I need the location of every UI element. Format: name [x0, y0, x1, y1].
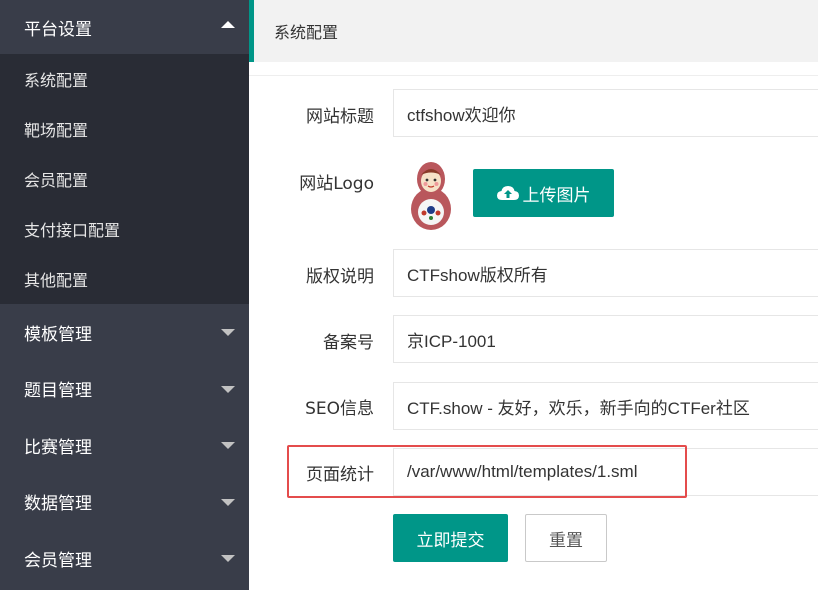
cloud-upload-icon [496, 186, 519, 200]
sidebar-item-data[interactable]: 数据管理 [0, 474, 249, 531]
copyright-label: 版权说明 [306, 267, 374, 287]
seo-label: SEO信息 [305, 399, 374, 419]
sidebar: 平台设置 系统配置 靶场配置 会员配置 支付接口配置 其他配置 模板管理 题目管… [0, 0, 249, 590]
upload-image-button[interactable]: 上传图片 [473, 169, 614, 217]
chevron-down-icon [221, 555, 235, 563]
site-title-label: 网站标题 [306, 107, 374, 127]
seo-input[interactable]: CTF.show - 友好，欢乐，新手向的CTFer社区 [393, 382, 818, 430]
sidebar-section-platform-settings[interactable]: 平台设置 [0, 0, 249, 54]
chevron-down-icon [221, 329, 235, 337]
icp-label: 备案号 [323, 333, 374, 353]
main-panel: 系统配置 网站标题 ctfshow欢迎你 网站Logo 上传图片 版权说明 CT… [249, 0, 818, 590]
submit-button[interactable]: 立即提交 [393, 514, 508, 562]
sidebar-subnav: 系统配置 靶场配置 会员配置 支付接口配置 其他配置 [0, 54, 249, 304]
sidebar-item-range-config[interactable]: 靶场配置 [0, 104, 249, 154]
sidebar-item-other-config[interactable]: 其他配置 [0, 254, 249, 304]
sidebar-item-system-config[interactable]: 系统配置 [0, 54, 249, 104]
matryoshka-logo-image [411, 162, 451, 230]
highlight-box [287, 445, 687, 498]
page-title: 系统配置 [249, 0, 818, 62]
site-title-input[interactable]: ctfshow欢迎你 [393, 89, 818, 137]
sidebar-item-payment-config[interactable]: 支付接口配置 [0, 204, 249, 254]
divider [249, 75, 818, 76]
chevron-down-icon [221, 442, 235, 450]
chevron-up-icon [221, 21, 235, 28]
sidebar-item-competitions[interactable]: 比赛管理 [0, 417, 249, 474]
sidebar-section-label: 平台设置 [24, 19, 92, 40]
sidebar-item-challenges[interactable]: 题目管理 [0, 361, 249, 418]
icp-input[interactable]: 京ICP-1001 [393, 315, 818, 363]
sidebar-item-templates[interactable]: 模板管理 [0, 304, 249, 361]
sidebar-item-members[interactable]: 会员管理 [0, 530, 249, 587]
copyright-input[interactable]: CTFshow版权所有 [393, 249, 818, 297]
sidebar-item-member-config[interactable]: 会员配置 [0, 154, 249, 204]
chevron-down-icon [221, 498, 235, 506]
site-logo-label: 网站Logo [299, 174, 374, 194]
chevron-down-icon [221, 385, 235, 393]
reset-button[interactable]: 重置 [525, 514, 607, 562]
